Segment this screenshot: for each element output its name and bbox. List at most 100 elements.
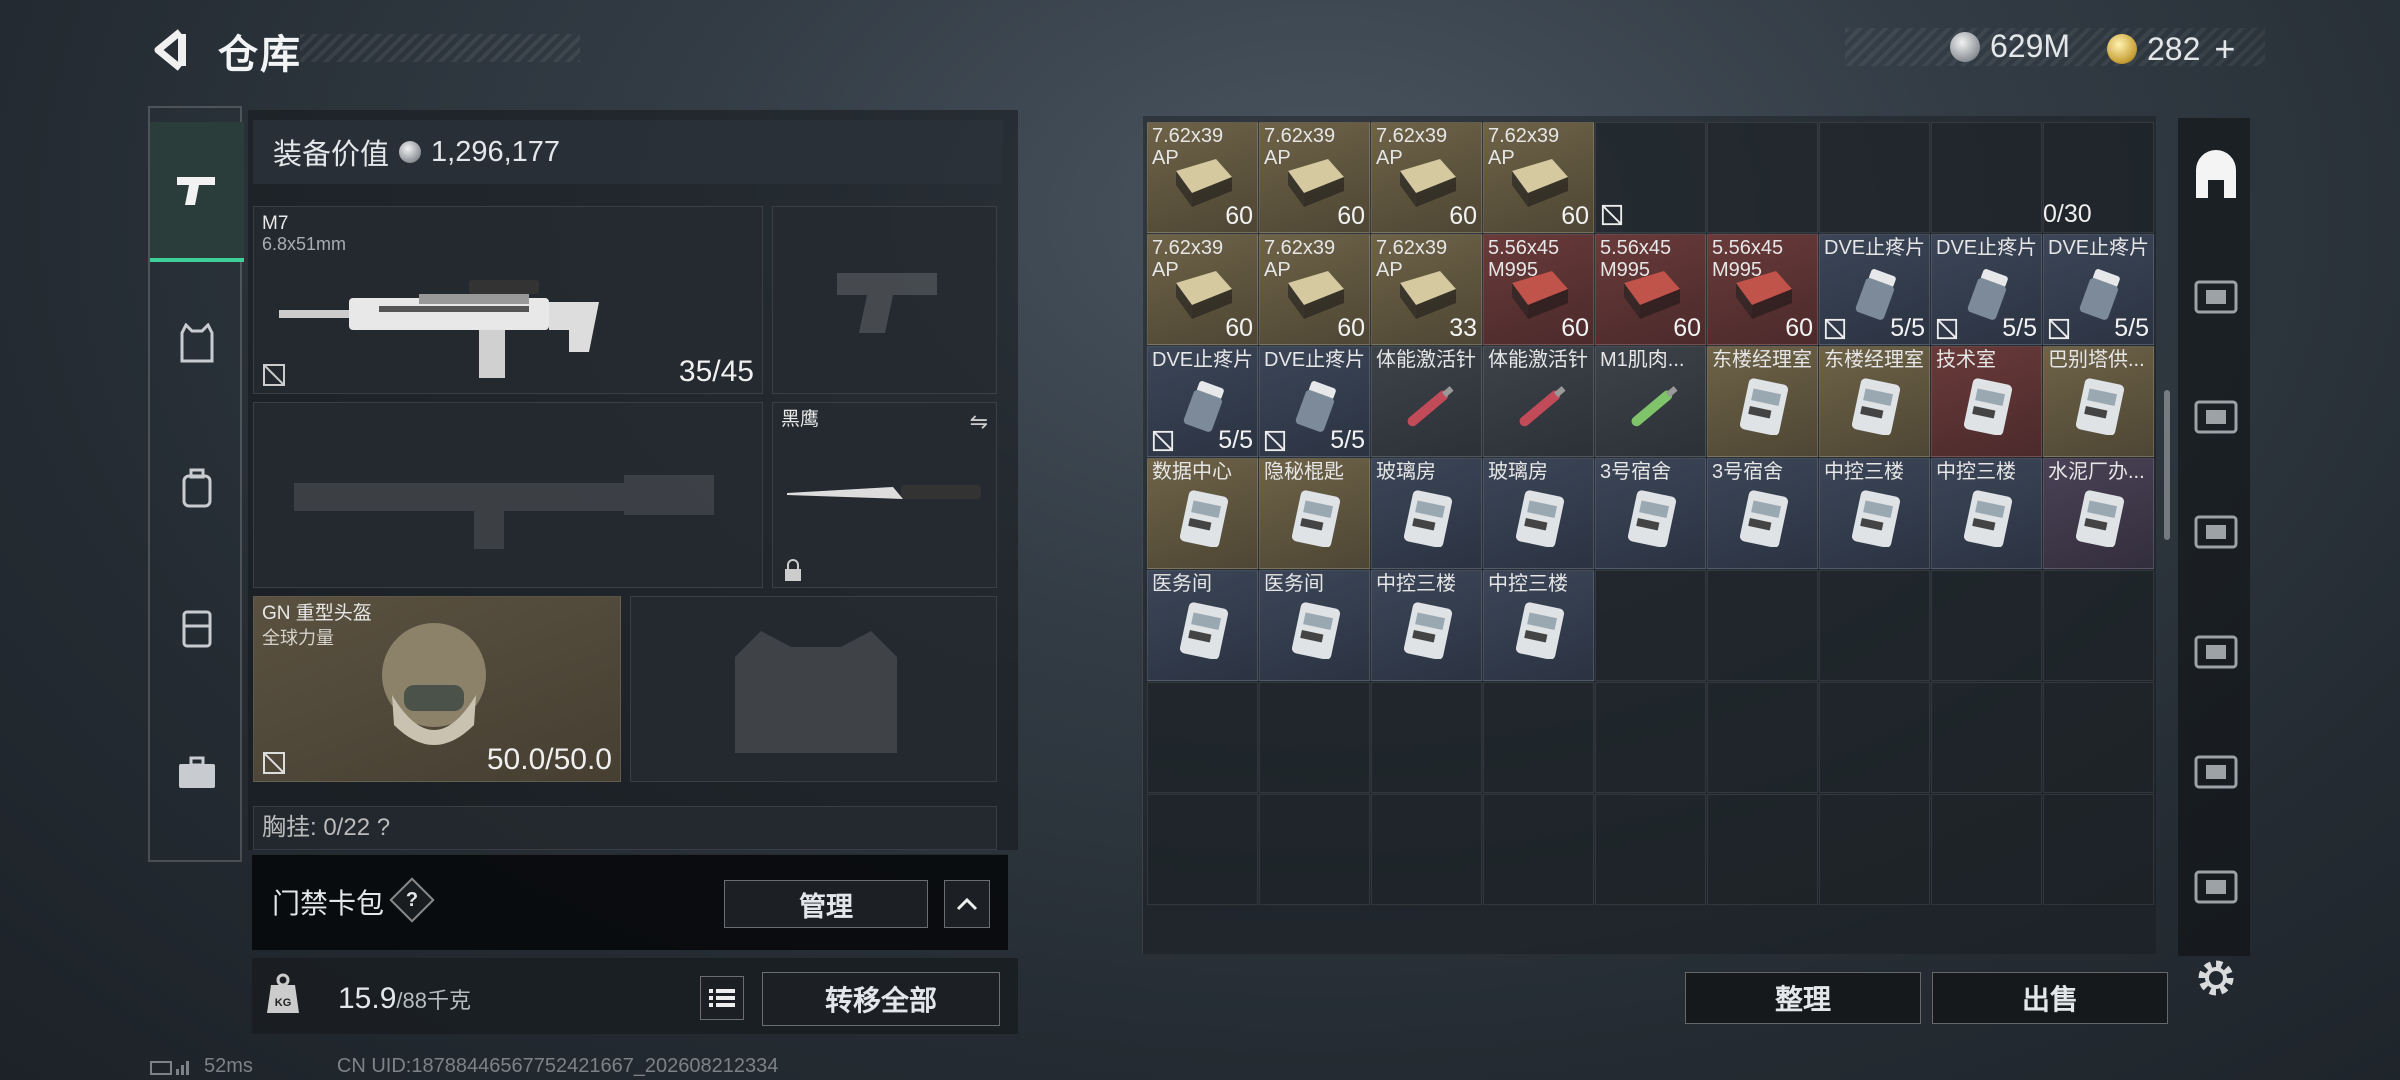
inventory-item[interactable]: 中控三楼 — [1931, 458, 2042, 569]
transfer-all-button[interactable]: 转移全部 — [762, 972, 1000, 1026]
tab-chest-rig[interactable] — [150, 588, 244, 668]
inventory-item[interactable]: 巴别塔供... — [2043, 346, 2154, 457]
inventory-item[interactable]: 数据中心 — [1147, 458, 1258, 569]
inventory-item[interactable]: 7.62x39 AP 60 — [1147, 122, 1258, 233]
inventory-item[interactable]: 7.62x39 AP 60 — [1483, 122, 1594, 233]
case-tab-icon[interactable] — [2190, 270, 2242, 322]
sell-button[interactable]: 出售 — [1932, 972, 2168, 1024]
inventory-item[interactable]: 3号宿舍 — [1595, 458, 1706, 569]
grid-scrollbar[interactable] — [2164, 390, 2170, 540]
grid-cell[interactable] — [1595, 794, 1706, 905]
inventory-item[interactable]: 7.62x39 AP 60 — [1259, 122, 1370, 233]
inventory-item[interactable]: DVE止疼片 5/5 — [2043, 234, 2154, 345]
inventory-item[interactable]: 5.56x45 M995 60 — [1707, 234, 1818, 345]
grid-cell[interactable] — [1483, 794, 1594, 905]
add-currency-icon[interactable]: + — [2214, 28, 2235, 70]
grid-cell[interactable] — [1819, 682, 1930, 793]
inventory-item[interactable]: 7.62x39 AP 60 — [1259, 234, 1370, 345]
inventory-item[interactable]: 东楼经理室 — [1707, 346, 1818, 457]
vest-silhouette-icon — [735, 631, 897, 753]
inventory-item[interactable]: DVE止疼片 5/5 — [1819, 234, 1930, 345]
inventory-item[interactable]: 3号宿舍 — [1707, 458, 1818, 569]
grid-cell[interactable] — [2043, 570, 2154, 681]
inventory-item[interactable]: 隐秘棍匙 — [1259, 458, 1370, 569]
inventory-item[interactable]: 7.62x39 AP 33 — [1371, 234, 1482, 345]
inventory-item[interactable]: 7.62x39 AP 60 — [1147, 234, 1258, 345]
grid-cell[interactable] — [1147, 682, 1258, 793]
item-count: 5/5 — [1330, 426, 1365, 454]
grid-cell[interactable] — [1931, 570, 2042, 681]
inventory-item[interactable]: 玻璃房 — [1371, 458, 1482, 569]
grid-cell[interactable] — [1483, 682, 1594, 793]
keycard-icon — [1739, 490, 1789, 547]
grid-cell[interactable] — [1707, 794, 1818, 905]
grid-cell[interactable] — [1595, 570, 1706, 681]
keycard-icon — [1403, 602, 1453, 659]
grid-cell[interactable] — [1707, 570, 1818, 681]
gold-currency[interactable]: 282 + — [2107, 28, 2235, 70]
pistol-slot[interactable] — [772, 206, 997, 394]
list-view-button[interactable] — [700, 976, 744, 1020]
grid-cell[interactable] — [1931, 682, 2042, 793]
tidy-button[interactable]: 整理 — [1685, 972, 1921, 1024]
inventory-item[interactable]: 东楼经理室 — [1819, 346, 1930, 457]
key-tab-icon[interactable] — [2190, 505, 2242, 557]
grid-cell[interactable] — [1259, 682, 1370, 793]
grid-cell[interactable] — [1259, 794, 1370, 905]
folder-tab-icon[interactable] — [2190, 390, 2242, 442]
grid-cell[interactable] — [1819, 122, 1930, 233]
back-arrow-icon[interactable] — [150, 28, 190, 72]
inventory-item[interactable]: 技术室 — [1931, 346, 2042, 457]
tab-case[interactable] — [150, 733, 244, 813]
collapse-button[interactable] — [944, 880, 990, 928]
medkit-tab-icon[interactable] — [2190, 625, 2242, 677]
secondary-weapon-slot[interactable] — [253, 402, 763, 588]
inventory-item[interactable]: 中控三楼 — [1483, 570, 1594, 681]
armor-slot[interactable] — [630, 596, 997, 782]
grid-cell[interactable] — [1819, 794, 1930, 905]
inventory-item[interactable]: DVE止疼片 5/5 — [1931, 234, 2042, 345]
ammo-tab-icon[interactable] — [2190, 860, 2242, 912]
grid-cell[interactable] — [1147, 794, 1258, 905]
tab-weapons[interactable] — [150, 122, 244, 262]
grid-cell[interactable] — [1931, 794, 2042, 905]
inventory-item[interactable]: 中控三楼 — [1819, 458, 1930, 569]
grid-cell[interactable] — [1707, 682, 1818, 793]
melee-slot[interactable]: 黑鹰 ⇋ — [772, 402, 997, 588]
inventory-item[interactable]: DVE止疼片 5/5 — [1259, 346, 1370, 457]
grid-cell[interactable] — [1819, 570, 1930, 681]
weapon-tab-icon[interactable] — [2190, 745, 2242, 797]
inventory-item[interactable]: 7.62x39 AP 60 — [1371, 122, 1482, 233]
inventory-item[interactable]: 中控三楼 — [1371, 570, 1482, 681]
card-pack-label: 门禁卡包 — [272, 888, 385, 919]
grid-cell[interactable] — [1931, 122, 2042, 233]
inventory-item[interactable]: 水泥厂办... — [2043, 458, 2154, 569]
swap-icon[interactable]: ⇋ — [970, 409, 988, 435]
primary-weapon-slot[interactable]: M7 6.8x51mm 35/45 — [253, 206, 763, 394]
tab-backpack[interactable] — [150, 448, 244, 528]
inventory-item[interactable]: 5.56x45 M995 60 — [1595, 234, 1706, 345]
grid-cell[interactable] — [1371, 794, 1482, 905]
inventory-item[interactable]: 5.56x45 M995 60 — [1483, 234, 1594, 345]
inventory-item[interactable]: 体能激活针 — [1371, 346, 1482, 457]
chest-rig-slot[interactable]: 胸挂: 0/22 ? — [253, 806, 997, 850]
inventory-item[interactable]: M1肌肉... — [1595, 346, 1706, 457]
silver-currency[interactable]: 629M — [1950, 28, 2070, 65]
inventory-item[interactable]: 医务间 — [1147, 570, 1258, 681]
inventory-item[interactable]: 玻璃房 — [1483, 458, 1594, 569]
home-icon[interactable] — [2190, 150, 2242, 202]
grid-cell[interactable] — [1371, 682, 1482, 793]
grid-cell[interactable] — [1595, 682, 1706, 793]
grid-cell[interactable] — [1707, 122, 1818, 233]
inventory-item[interactable]: 体能激活针 — [1483, 346, 1594, 457]
tab-armor[interactable] — [150, 303, 244, 383]
manage-button[interactable]: 管理 — [724, 880, 928, 928]
inventory-item[interactable]: DVE止疼片 5/5 — [1147, 346, 1258, 457]
helmet-slot[interactable]: GN 重型头盔 全球力量 50.0/50.0 — [253, 596, 621, 782]
inventory-item[interactable]: 医务间 — [1259, 570, 1370, 681]
grid-cell[interactable] — [2043, 794, 2154, 905]
item-name: DVE止疼片 — [2048, 237, 2150, 259]
grid-cell[interactable] — [2043, 682, 2154, 793]
gear-icon[interactable] — [2190, 952, 2242, 1004]
stash-grid[interactable]: 7.62x39 AP 60 7.62x39 AP 60 7.62x39 AP 60 7.62… — [1142, 116, 2156, 954]
